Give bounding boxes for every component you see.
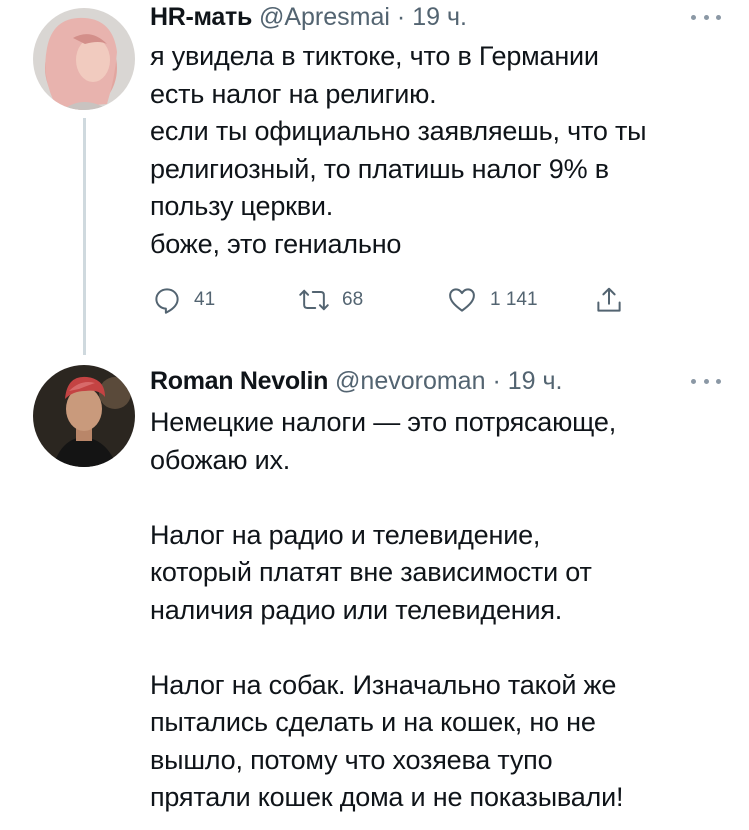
share-icon <box>597 287 621 312</box>
separator-dot: · <box>492 367 501 395</box>
display-name[interactable]: HR-мать <box>150 3 252 31</box>
more-icon[interactable] <box>691 12 721 22</box>
display-name[interactable]: Roman Nevolin <box>150 367 328 395</box>
tweet-header: HR-мать @Apresmai · 19 ч. <box>150 0 467 34</box>
user-handle[interactable]: @Apresmai <box>259 3 390 31</box>
reply-button[interactable]: 41 <box>152 280 215 320</box>
like-button[interactable]: 1 141 <box>446 280 538 320</box>
heart-icon <box>449 288 475 312</box>
tweet-text: я увидела в тиктоке, что в Германии есть… <box>150 41 647 259</box>
separator-dot: · <box>396 3 406 31</box>
avatar-image <box>33 8 135 110</box>
thread-connector <box>83 118 86 355</box>
tweet-1[interactable]: HR-мать @Apresmai · 19 ч. я увидела в ти… <box>0 0 749 355</box>
tweet-actions: 41 68 1 141 <box>150 280 650 320</box>
retweet-icon <box>299 289 329 311</box>
avatar-image <box>33 365 135 467</box>
more-icon[interactable] <box>691 376 721 386</box>
tweet-text: Немецкие налоги — это потрясающе, обожаю… <box>150 407 624 812</box>
like-count: 1 141 <box>490 289 538 310</box>
retweet-button[interactable]: 68 <box>298 280 363 320</box>
avatar[interactable] <box>33 8 135 110</box>
reply-icon <box>155 288 179 314</box>
user-handle[interactable]: @nevoroman <box>335 367 485 395</box>
timestamp[interactable]: 19 ч. <box>412 3 467 31</box>
retweet-count: 68 <box>342 289 364 310</box>
timestamp[interactable]: 19 ч. <box>508 367 563 395</box>
share-button[interactable] <box>594 280 624 320</box>
tweet-2[interactable]: Roman Nevolin @nevoroman · 19 ч. Немецки… <box>0 350 749 830</box>
avatar[interactable] <box>33 365 135 467</box>
reply-count: 41 <box>194 289 216 310</box>
tweet-header: Roman Nevolin @nevoroman · 19 ч. <box>150 364 562 398</box>
